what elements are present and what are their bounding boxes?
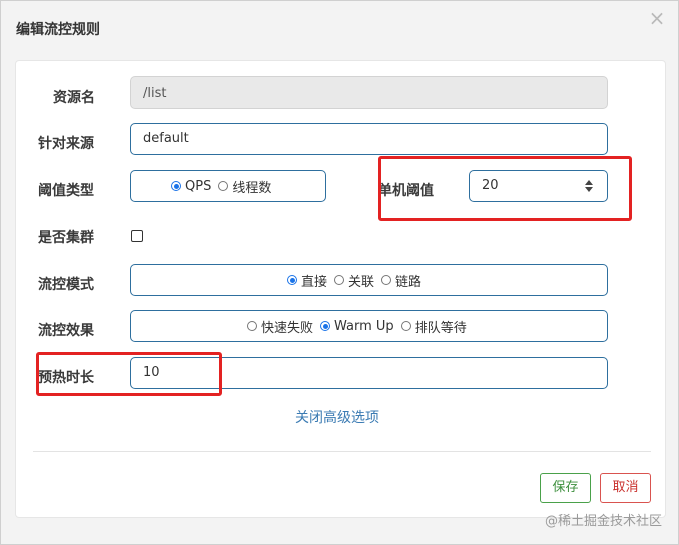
dialog-header: 编辑流控规则 × bbox=[1, 1, 678, 57]
control-behavior-label: 流控效果 bbox=[38, 323, 94, 339]
strategy-option-label: 关联 bbox=[348, 274, 375, 290]
grade-option-thread[interactable]: 线程数 bbox=[218, 177, 271, 196]
strategy-option-chain[interactable]: 链路 bbox=[381, 271, 421, 290]
toggle-advanced-options-link[interactable]: 关闭高级选项 bbox=[295, 407, 379, 427]
threshold-highlight-box bbox=[378, 156, 632, 221]
cancel-button[interactable]: 取消 bbox=[600, 473, 651, 503]
dialog-title: 编辑流控规则 bbox=[16, 22, 100, 38]
strategy-option-relate[interactable]: 关联 bbox=[334, 271, 374, 290]
save-button[interactable]: 保存 bbox=[540, 473, 591, 503]
footer-divider bbox=[33, 451, 651, 452]
grade-option-label: 线程数 bbox=[232, 180, 272, 196]
close-icon[interactable]: × bbox=[646, 7, 668, 29]
radio-checked-icon bbox=[287, 275, 297, 285]
grade-label: 阈值类型 bbox=[38, 183, 94, 199]
grade-option-label: QPS bbox=[185, 178, 212, 194]
resource-label: 资源名 bbox=[53, 90, 95, 106]
form-panel: 资源名 /list 针对来源 default 阈值类型 QPS 线程数 单机阈值 bbox=[15, 60, 666, 518]
strategy-option-label: 链路 bbox=[395, 274, 422, 290]
behavior-option-label: 快速失败 bbox=[261, 320, 314, 336]
behavior-option-queue[interactable]: 排队等待 bbox=[400, 317, 467, 336]
resource-input: /list bbox=[130, 76, 608, 109]
behavior-option-label: Warm Up bbox=[334, 318, 394, 334]
behavior-option-label: 排队等待 bbox=[414, 320, 467, 336]
strategy-option-direct[interactable]: 直接 bbox=[287, 271, 327, 290]
radio-unchecked-icon bbox=[381, 275, 392, 285]
cluster-checkbox[interactable] bbox=[131, 230, 143, 242]
limit-app-label: 针对来源 bbox=[38, 136, 94, 152]
radio-checked-icon bbox=[171, 181, 181, 191]
radio-unchecked-icon bbox=[334, 275, 345, 285]
edit-flow-rule-dialog: 编辑流控规则 × 资源名 /list 针对来源 default 阈值类型 QPS… bbox=[0, 0, 679, 545]
resource-value: /list bbox=[143, 86, 167, 101]
behavior-option-warm-up[interactable]: Warm Up bbox=[320, 319, 394, 334]
strategy-label: 流控模式 bbox=[38, 277, 94, 293]
radio-unchecked-icon bbox=[400, 321, 411, 331]
control-behavior-radio-group: 快速失败 Warm Up 排队等待 bbox=[130, 310, 608, 342]
radio-unchecked-icon bbox=[218, 181, 229, 191]
strategy-radio-group: 直接 关联 链路 bbox=[130, 264, 608, 296]
limit-app-value: default bbox=[143, 131, 189, 146]
cluster-label: 是否集群 bbox=[38, 230, 94, 246]
behavior-option-fast-fail[interactable]: 快速失败 bbox=[247, 317, 313, 336]
warmup-highlight-box bbox=[36, 352, 222, 396]
limit-app-input[interactable]: default bbox=[130, 123, 608, 155]
strategy-option-label: 直接 bbox=[301, 274, 328, 290]
radio-unchecked-icon bbox=[247, 321, 257, 331]
radio-checked-icon bbox=[320, 321, 331, 331]
grade-radio-group: QPS 线程数 bbox=[130, 170, 326, 202]
grade-option-qps[interactable]: QPS bbox=[171, 179, 211, 194]
watermark: @稀土掘金技术社区 bbox=[544, 514, 662, 529]
